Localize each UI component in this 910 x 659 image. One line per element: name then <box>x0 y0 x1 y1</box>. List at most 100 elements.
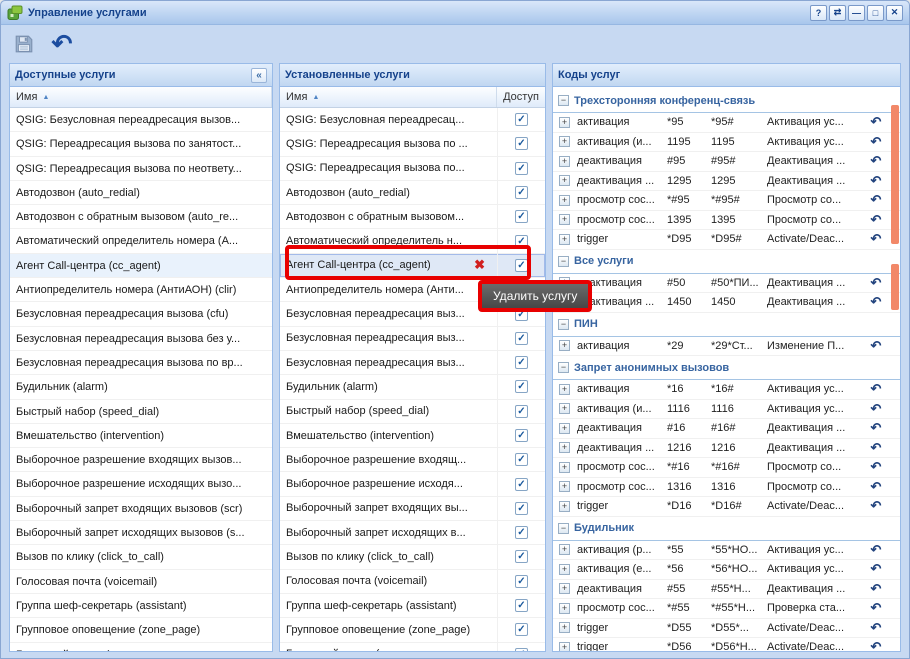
code-group-row[interactable]: −Трехсторонняя конференц-связь <box>553 89 900 113</box>
expand-row-icon[interactable]: + <box>559 403 570 414</box>
installed-service-row[interactable]: Вмешательство (intervention)✓ <box>280 424 545 448</box>
available-service-row[interactable]: QSIG: Безусловная переадресация вызов... <box>10 108 272 132</box>
undo-icon[interactable]: ↶ <box>862 134 890 150</box>
installed-service-row[interactable]: Групповое оповещение (zone_page)✓ <box>280 618 545 642</box>
undo-icon[interactable]: ↶ <box>862 192 890 208</box>
close-button[interactable]: ✕ <box>886 5 903 21</box>
service-code-row[interactable]: +активация (р...*55*55*НО...Активация ус… <box>553 541 900 561</box>
refresh-button[interactable]: ⇄ <box>829 5 846 21</box>
available-service-row[interactable]: Вмешательство (intervention) <box>10 424 272 448</box>
service-code-row[interactable]: +просмотр сос...13951395Просмотр со...↶ <box>553 211 900 231</box>
installed-service-row[interactable]: Агент Call-центра (cc_agent)✖✓ <box>280 254 545 278</box>
available-service-row[interactable]: Автодозвон с обратным вызовом (auto_re..… <box>10 205 272 229</box>
expand-row-icon[interactable]: + <box>559 423 570 434</box>
installed-service-row[interactable]: Быстрый набор (speed_dial)✓ <box>280 400 545 424</box>
service-code-row[interactable]: +trigger*D16*D16#Activate/Deac...↶ <box>553 497 900 517</box>
access-checkbox[interactable]: ✓ <box>515 575 528 588</box>
undo-icon[interactable]: ↶ <box>862 275 890 291</box>
service-code-row[interactable]: +просмотр сос...13161316Просмотр со...↶ <box>553 478 900 498</box>
available-service-row[interactable]: Вызов по клику (click_to_call) <box>10 545 272 569</box>
installed-service-row[interactable]: Будильник (alarm)✓ <box>280 375 545 399</box>
installed-service-row[interactable]: Вызов по клику (click_to_call)✓ <box>280 545 545 569</box>
available-service-row[interactable]: Быстрый набор (speed_dial) <box>10 400 272 424</box>
installed-service-row[interactable]: QSIG: Переадресация вызова по ...✓ <box>280 132 545 156</box>
access-checkbox[interactable]: ✓ <box>515 526 528 539</box>
undo-icon[interactable]: ↶ <box>862 420 890 436</box>
service-code-row[interactable]: +trigger*D55*D55*...Activate/Deac...↶ <box>553 619 900 639</box>
installed-service-row[interactable]: Автодозвон (auto_redial)✓ <box>280 181 545 205</box>
access-checkbox[interactable]: ✓ <box>515 478 528 491</box>
collapse-group-icon[interactable]: − <box>558 319 569 330</box>
access-checkbox[interactable]: ✓ <box>515 648 528 651</box>
undo-icon[interactable]: ↶ <box>862 338 890 354</box>
expand-row-icon[interactable]: + <box>559 481 570 492</box>
help-button[interactable]: ? <box>810 5 827 21</box>
installed-service-row[interactable]: Выборочное разрешение входящ...✓ <box>280 448 545 472</box>
available-service-row[interactable]: Выборочное разрешение исходящих вызо... <box>10 472 272 496</box>
service-code-row[interactable]: +активация*29*29*Ст...Изменение П...↶ <box>553 337 900 357</box>
service-code-row[interactable]: +активация (и...11161116Активация ус...↶ <box>553 400 900 420</box>
available-service-row[interactable]: Антиопределитель номера (АнтиАОН) (clir) <box>10 278 272 302</box>
available-service-row[interactable]: Безусловная переадресация вызова без у..… <box>10 327 272 351</box>
expand-row-icon[interactable]: + <box>559 117 570 128</box>
available-service-row[interactable]: Групповой вызов (спа... <box>10 643 272 651</box>
service-code-row[interactable]: +просмотр сос...*#16*#16#Просмотр со...↶ <box>553 458 900 478</box>
available-service-row[interactable]: Агент Call-центра (cc_agent) <box>10 254 272 278</box>
access-checkbox[interactable]: ✓ <box>515 259 528 272</box>
available-service-row[interactable]: Автоматический определитель номера (А... <box>10 229 272 253</box>
available-service-row[interactable]: Выборочное разрешение входящих вызов... <box>10 448 272 472</box>
installed-service-row[interactable]: QSIG: Безусловная переадресац...✓ <box>280 108 545 132</box>
access-checkbox[interactable]: ✓ <box>515 550 528 563</box>
installed-service-row[interactable]: Голосовая почта (voicemail)✓ <box>280 570 545 594</box>
expand-row-icon[interactable]: + <box>559 340 570 351</box>
undo-icon[interactable]: ↶ <box>862 153 890 169</box>
expand-row-icon[interactable]: + <box>559 564 570 575</box>
access-checkbox[interactable]: ✓ <box>515 502 528 515</box>
available-service-row[interactable]: Будильник (alarm) <box>10 375 272 399</box>
code-group-row[interactable]: −ПИН <box>553 313 900 337</box>
column-header-name[interactable]: Имя ▲ <box>280 87 497 107</box>
access-checkbox[interactable]: ✓ <box>515 186 528 199</box>
collapse-group-icon[interactable]: − <box>558 256 569 267</box>
available-service-row[interactable]: Группа шеф-секретарь (assistant) <box>10 594 272 618</box>
expand-row-icon[interactable]: + <box>559 442 570 453</box>
available-service-row[interactable]: QSIG: Переадресация вызова по неответу..… <box>10 157 272 181</box>
undo-icon[interactable]: ↶ <box>862 498 890 514</box>
code-group-row[interactable]: −Запрет анонимных вызовов <box>553 356 900 380</box>
installed-service-row[interactable]: QSIG: Переадресация вызова по...✓ <box>280 157 545 181</box>
access-checkbox[interactable]: ✓ <box>515 356 528 369</box>
installed-service-row[interactable]: Автодозвон с обратным вызовом...✓ <box>280 205 545 229</box>
installed-service-row[interactable]: Выборочное разрешение исходя...✓ <box>280 472 545 496</box>
delete-service-icon[interactable]: ✖ <box>474 257 491 273</box>
expand-row-icon[interactable]: + <box>559 156 570 167</box>
service-code-row[interactable]: +деактивация ...12951295Деактивация ...↶ <box>553 172 900 192</box>
installed-service-row[interactable]: Безусловная переадресация выз...✓ <box>280 351 545 375</box>
undo-icon[interactable]: ↶ <box>862 231 890 247</box>
access-checkbox[interactable]: ✓ <box>515 137 528 150</box>
access-checkbox[interactable]: ✓ <box>515 623 528 636</box>
undo-icon[interactable]: ↶ <box>862 381 890 397</box>
service-code-row[interactable]: +деактивация#55#55*Н...Деактивация ...↶ <box>553 580 900 600</box>
service-code-row[interactable]: +активация (е...*56*56*НО...Активация ус… <box>553 560 900 580</box>
access-checkbox[interactable]: ✓ <box>515 332 528 345</box>
expand-row-icon[interactable]: + <box>559 622 570 633</box>
expand-row-icon[interactable]: + <box>559 583 570 594</box>
undo-icon[interactable]: ↶ <box>862 212 890 228</box>
installed-service-row[interactable]: Группа шеф-секретарь (assistant)✓ <box>280 594 545 618</box>
available-service-row[interactable]: Выборочный запрет входящих вызовов (scr) <box>10 497 272 521</box>
available-service-row[interactable]: Голосовая почта (voicemail) <box>10 570 272 594</box>
service-code-row[interactable]: +trigger*D56*D56*Н...Activate/Deac...↶ <box>553 638 900 651</box>
undo-icon[interactable]: ↶ <box>862 401 890 417</box>
collapse-panel-button[interactable]: « <box>251 68 267 83</box>
maximize-button[interactable]: □ <box>867 5 884 21</box>
undo-icon[interactable]: ↶ <box>862 620 890 636</box>
service-code-row[interactable]: +trigger*D95*D95#Activate/Deac...↶ <box>553 230 900 250</box>
available-service-row[interactable]: QSIG: Переадресация вызова по занятост..… <box>10 132 272 156</box>
expand-row-icon[interactable]: + <box>559 234 570 245</box>
undo-icon[interactable]: ↶ <box>862 173 890 189</box>
undo-icon[interactable]: ↶ <box>862 459 890 475</box>
service-code-row[interactable]: +активация*95*95#Активация ус...↶ <box>553 113 900 133</box>
service-code-row[interactable]: +деактивация#16#16#Деактивация ...↶ <box>553 419 900 439</box>
service-code-row[interactable]: +деактивация ...14501450Деактивация ...↶ <box>553 293 900 313</box>
expand-row-icon[interactable]: + <box>559 214 570 225</box>
